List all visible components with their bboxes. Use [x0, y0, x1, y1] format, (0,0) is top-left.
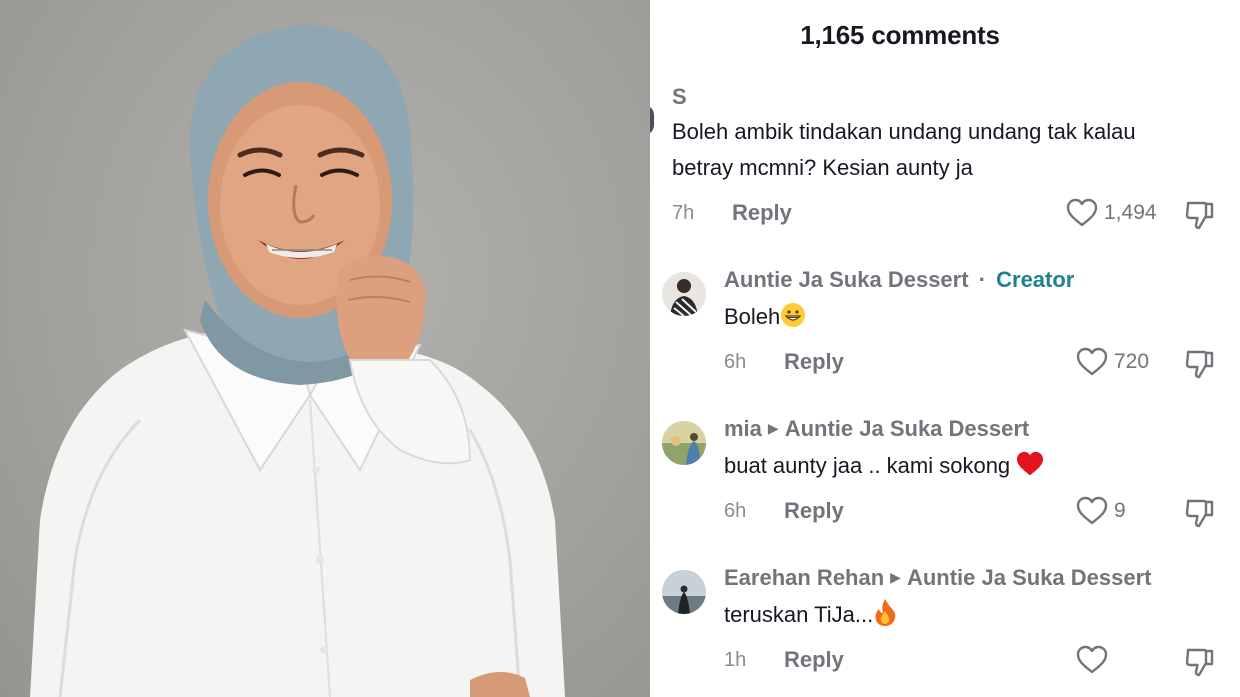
reply-to-name[interactable]: Auntie Ja Suka Dessert: [785, 416, 1030, 441]
reply-button[interactable]: Reply: [784, 647, 844, 673]
comments-panel: 1,165 comments S Boleh ambik tindakan un…: [650, 0, 1240, 697]
author-name[interactable]: S: [672, 84, 687, 109]
comment-text: buat aunty jaa .. kami sokong: [724, 449, 1044, 487]
comment-author: Earehan Rehan ▶ Auntie Ja Suka Dessert: [724, 565, 1152, 591]
thumbs-down-icon: [1185, 648, 1214, 677]
dislike-button[interactable]: [1184, 199, 1216, 236]
heart-outline-icon: [1076, 347, 1108, 376]
author-name[interactable]: mia: [724, 416, 762, 441]
heart-outline-icon: [1076, 645, 1108, 674]
fire-emoji: [873, 598, 897, 636]
author-name[interactable]: Earehan Rehan: [724, 565, 884, 590]
heart-outline-icon: [1076, 496, 1108, 525]
avatar-image: [670, 279, 698, 316]
comment-text: betray mcmni? Kesian aunty ja: [672, 155, 973, 180]
comment-timestamp: 6h: [724, 351, 747, 373]
triangle-right-icon: ▶: [890, 569, 901, 585]
comment-text: teruskan TiJa...: [724, 598, 897, 636]
comment-text-body: buat aunty jaa .. kami sokong: [724, 453, 1011, 478]
dislike-button[interactable]: [1184, 348, 1216, 385]
like-button[interactable]: [1076, 645, 1114, 675]
like-count: 1,494: [1104, 201, 1157, 224]
reply-button[interactable]: Reply: [732, 200, 792, 226]
comment-text: Boleh: [724, 300, 806, 338]
triangle-right-icon: ▶: [767, 420, 779, 436]
reply-button[interactable]: Reply: [784, 498, 844, 524]
dislike-button[interactable]: [1184, 646, 1216, 683]
reply-to-name[interactable]: Auntie Ja Suka Dessert: [907, 565, 1152, 590]
comment-text: Boleh ambik tindakan undang undang tak k…: [672, 119, 1136, 144]
red-heart-emoji: [1016, 451, 1044, 487]
author-name[interactable]: Auntie Ja Suka Dessert: [724, 267, 969, 292]
avatar[interactable]: [662, 570, 706, 614]
profile-photo: [0, 0, 650, 697]
like-count: 9: [1114, 499, 1126, 522]
avatar[interactable]: [662, 421, 706, 465]
dislike-button[interactable]: [1184, 497, 1216, 534]
avatar-image: [662, 570, 706, 614]
comment-author[interactable]: S: [672, 84, 687, 110]
scroll-edge-indicator: [650, 105, 654, 135]
reply-button[interactable]: Reply: [784, 349, 844, 375]
thumbs-down-icon: [1185, 350, 1214, 379]
comments-count-title: 1,165 comments: [800, 20, 1000, 50]
creator-badge: Creator: [996, 267, 1075, 292]
like-button[interactable]: 720: [1076, 347, 1149, 377]
comment-author: Auntie Ja Suka Dessert · Creator: [724, 267, 1074, 293]
comment-timestamp: 1h: [724, 649, 747, 671]
comment-text-body: teruskan TiJa...: [724, 602, 874, 627]
like-button[interactable]: 1,494: [1066, 198, 1157, 228]
like-count: 720: [1114, 350, 1150, 373]
thumbs-down-icon: [1185, 201, 1214, 230]
author-separator: ·: [978, 267, 986, 292]
woman-portrait-illustration: [30, 25, 565, 697]
grinning-face-emoji: [780, 302, 806, 338]
comment-timestamp: 7h: [672, 202, 695, 224]
comment-timestamp: 6h: [724, 500, 747, 522]
avatar[interactable]: [662, 272, 706, 316]
like-button[interactable]: 9: [1076, 496, 1126, 526]
comment-author: mia ▶ Auntie Ja Suka Dessert: [724, 416, 1029, 442]
avatar-image: [662, 421, 706, 465]
comment-text-body: Boleh: [724, 304, 781, 329]
thumbs-down-icon: [1185, 499, 1214, 528]
heart-outline-icon: [1066, 198, 1098, 227]
